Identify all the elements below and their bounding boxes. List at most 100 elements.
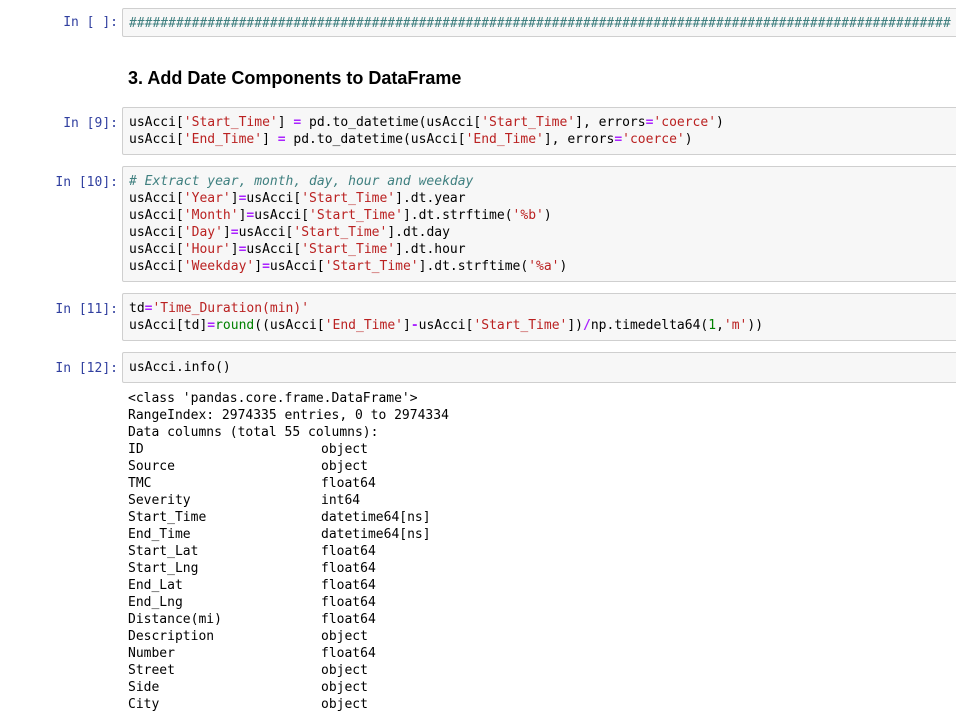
cell-prompt: In [10]: — [55, 175, 118, 190]
code-token: ].dt.strftime( — [418, 259, 529, 274]
code-token: usAcci[ — [246, 242, 302, 257]
code-token: 'End_Time' — [465, 132, 544, 147]
column-name: Description — [128, 629, 215, 644]
code-token: ] — [402, 318, 411, 333]
code-token: 'Year' — [183, 191, 231, 206]
column-dtype: float64 — [321, 612, 376, 627]
code-token: usAcci[ — [246, 191, 302, 206]
code-token: # Extract year, month, day, hour and wee… — [129, 174, 474, 189]
column-name: Number — [128, 646, 175, 661]
code-line: usAcci['Day']=usAcci['Start_Time'].dt.da… — [129, 224, 951, 241]
code-token: 'Start_Time' — [473, 318, 568, 333]
output-column-row: End_Lng float64 — [128, 594, 449, 611]
code-token: 'Hour' — [183, 242, 231, 257]
code-token: usAcci[ — [129, 191, 184, 206]
code-token: = — [614, 132, 623, 147]
code-token: usAcci[ — [129, 259, 184, 274]
code-input[interactable]: usAcci.info() — [122, 352, 956, 383]
code-input[interactable]: ########################################… — [122, 8, 956, 37]
cell-prompt: In [9]: — [63, 116, 118, 131]
column-name: Start_Time — [128, 510, 207, 525]
code-token: 'Start_Time' — [301, 191, 396, 206]
code-input[interactable]: # Extract year, month, day, hour and wee… — [122, 166, 956, 282]
column-name: TMC — [128, 476, 152, 491]
code-token: 'Start_Time' — [481, 115, 576, 130]
output-column-row: Number float64 — [128, 645, 449, 662]
code-token: usAcci[ — [129, 242, 184, 257]
output-line: <class 'pandas.core.frame.DataFrame'> — [128, 391, 418, 406]
code-line: usAcci['End_Time'] = pd.to_datetime(usAc… — [129, 131, 951, 148]
output-column-row: Side object — [128, 679, 449, 696]
code-input[interactable]: usAcci['Start_Time'] = pd.to_datetime(us… — [122, 107, 956, 155]
code-token: usAcci[ — [129, 225, 184, 240]
code-token: 'Start_Time' — [183, 115, 278, 130]
code-line: usAcci['Weekday']=usAcci['Start_Time'].d… — [129, 258, 951, 275]
column-dtype: datetime64[ns] — [321, 527, 431, 542]
code-token: 'Start_Time' — [293, 225, 388, 240]
column-dtype: object — [321, 663, 368, 678]
code-token: / — [583, 318, 591, 333]
code-line: usAcci['Start_Time'] = pd.to_datetime(us… — [129, 114, 951, 131]
output-column-row: Start_Lat float64 — [128, 543, 449, 560]
code-token: np.timedelta64( — [590, 318, 709, 333]
column-name: Side — [128, 680, 160, 695]
cell-prompt: In [12]: — [55, 361, 118, 376]
column-name: End_Lng — [128, 595, 183, 610]
column-name: End_Time — [128, 527, 191, 542]
code-token: ) — [543, 208, 552, 223]
code-token: ].dt.year — [395, 191, 466, 206]
code-token: 'coerce' — [622, 132, 685, 147]
output-column-row: Source object — [128, 458, 449, 475]
code-token: usAcci[ — [129, 208, 184, 223]
code-token: ].dt.strftime( — [402, 208, 513, 223]
code-token: ]) — [567, 318, 584, 333]
code-token: 'Day' — [183, 225, 223, 240]
code-token: ], errors — [575, 115, 646, 130]
column-dtype: float64 — [321, 578, 376, 593]
column-dtype: float64 — [321, 646, 376, 661]
code-token: ].dt.day — [387, 225, 450, 240]
code-line: usAcci['Month']=usAcci['Start_Time'].dt.… — [129, 207, 951, 224]
code-token: = — [230, 225, 239, 240]
output-column-row: ID object — [128, 441, 449, 458]
code-token: 'm' — [723, 318, 748, 333]
cell-prompt: In [ ]: — [63, 15, 118, 30]
column-dtype: float64 — [321, 476, 376, 491]
code-token: '%b' — [512, 208, 544, 223]
code-token: ], errors — [543, 132, 615, 147]
column-dtype: object — [321, 459, 368, 474]
output-line: RangeIndex: 2974335 entries, 0 to 297433… — [128, 408, 449, 423]
code-token: ] — [230, 242, 239, 257]
column-name: Start_Lat — [128, 544, 199, 559]
code-token: round — [215, 318, 255, 333]
code-token: 'End_Time' — [183, 132, 263, 147]
code-token: ) — [559, 259, 568, 274]
column-dtype: datetime64[ns] — [321, 510, 431, 525]
code-line: td='Time_Duration(min)' — [129, 300, 951, 317]
code-token: usAcci[ — [418, 318, 474, 333]
code-token: pd.to_datetime(usAcci[ — [285, 132, 466, 147]
code-token: usAcci[ — [129, 132, 184, 147]
output-column-row: Start_Lng float64 — [128, 560, 449, 577]
column-name: Distance(mi) — [128, 612, 222, 627]
column-name: City — [128, 697, 160, 712]
column-dtype: object — [321, 697, 368, 712]
code-token: 1 — [708, 318, 717, 333]
output-column-row: Severity int64 — [128, 492, 449, 509]
code-token: = — [207, 318, 216, 333]
output-column-row: Start_Time datetime64[ns] — [128, 509, 449, 526]
code-token: usAcci[ — [238, 225, 294, 240]
code-line: usAcci['Year']=usAcci['Start_Time'].dt.y… — [129, 190, 951, 207]
code-token: 'Start_Time' — [309, 208, 403, 223]
code-token: ] — [254, 259, 263, 274]
code-token: usAcci.info() — [129, 360, 231, 375]
code-input[interactable]: td='Time_Duration(min)' usAcci[td]=round(… — [122, 293, 956, 341]
column-dtype: float64 — [321, 561, 376, 576]
code-token: ] — [222, 225, 231, 240]
output-column-row: TMC float64 — [128, 475, 449, 492]
column-name: Severity — [128, 493, 191, 508]
column-name: Start_Lng — [128, 561, 199, 576]
code-token: ].dt.hour — [395, 242, 466, 257]
code-token: 'Month' — [183, 208, 239, 223]
code-token: ] — [230, 191, 239, 206]
